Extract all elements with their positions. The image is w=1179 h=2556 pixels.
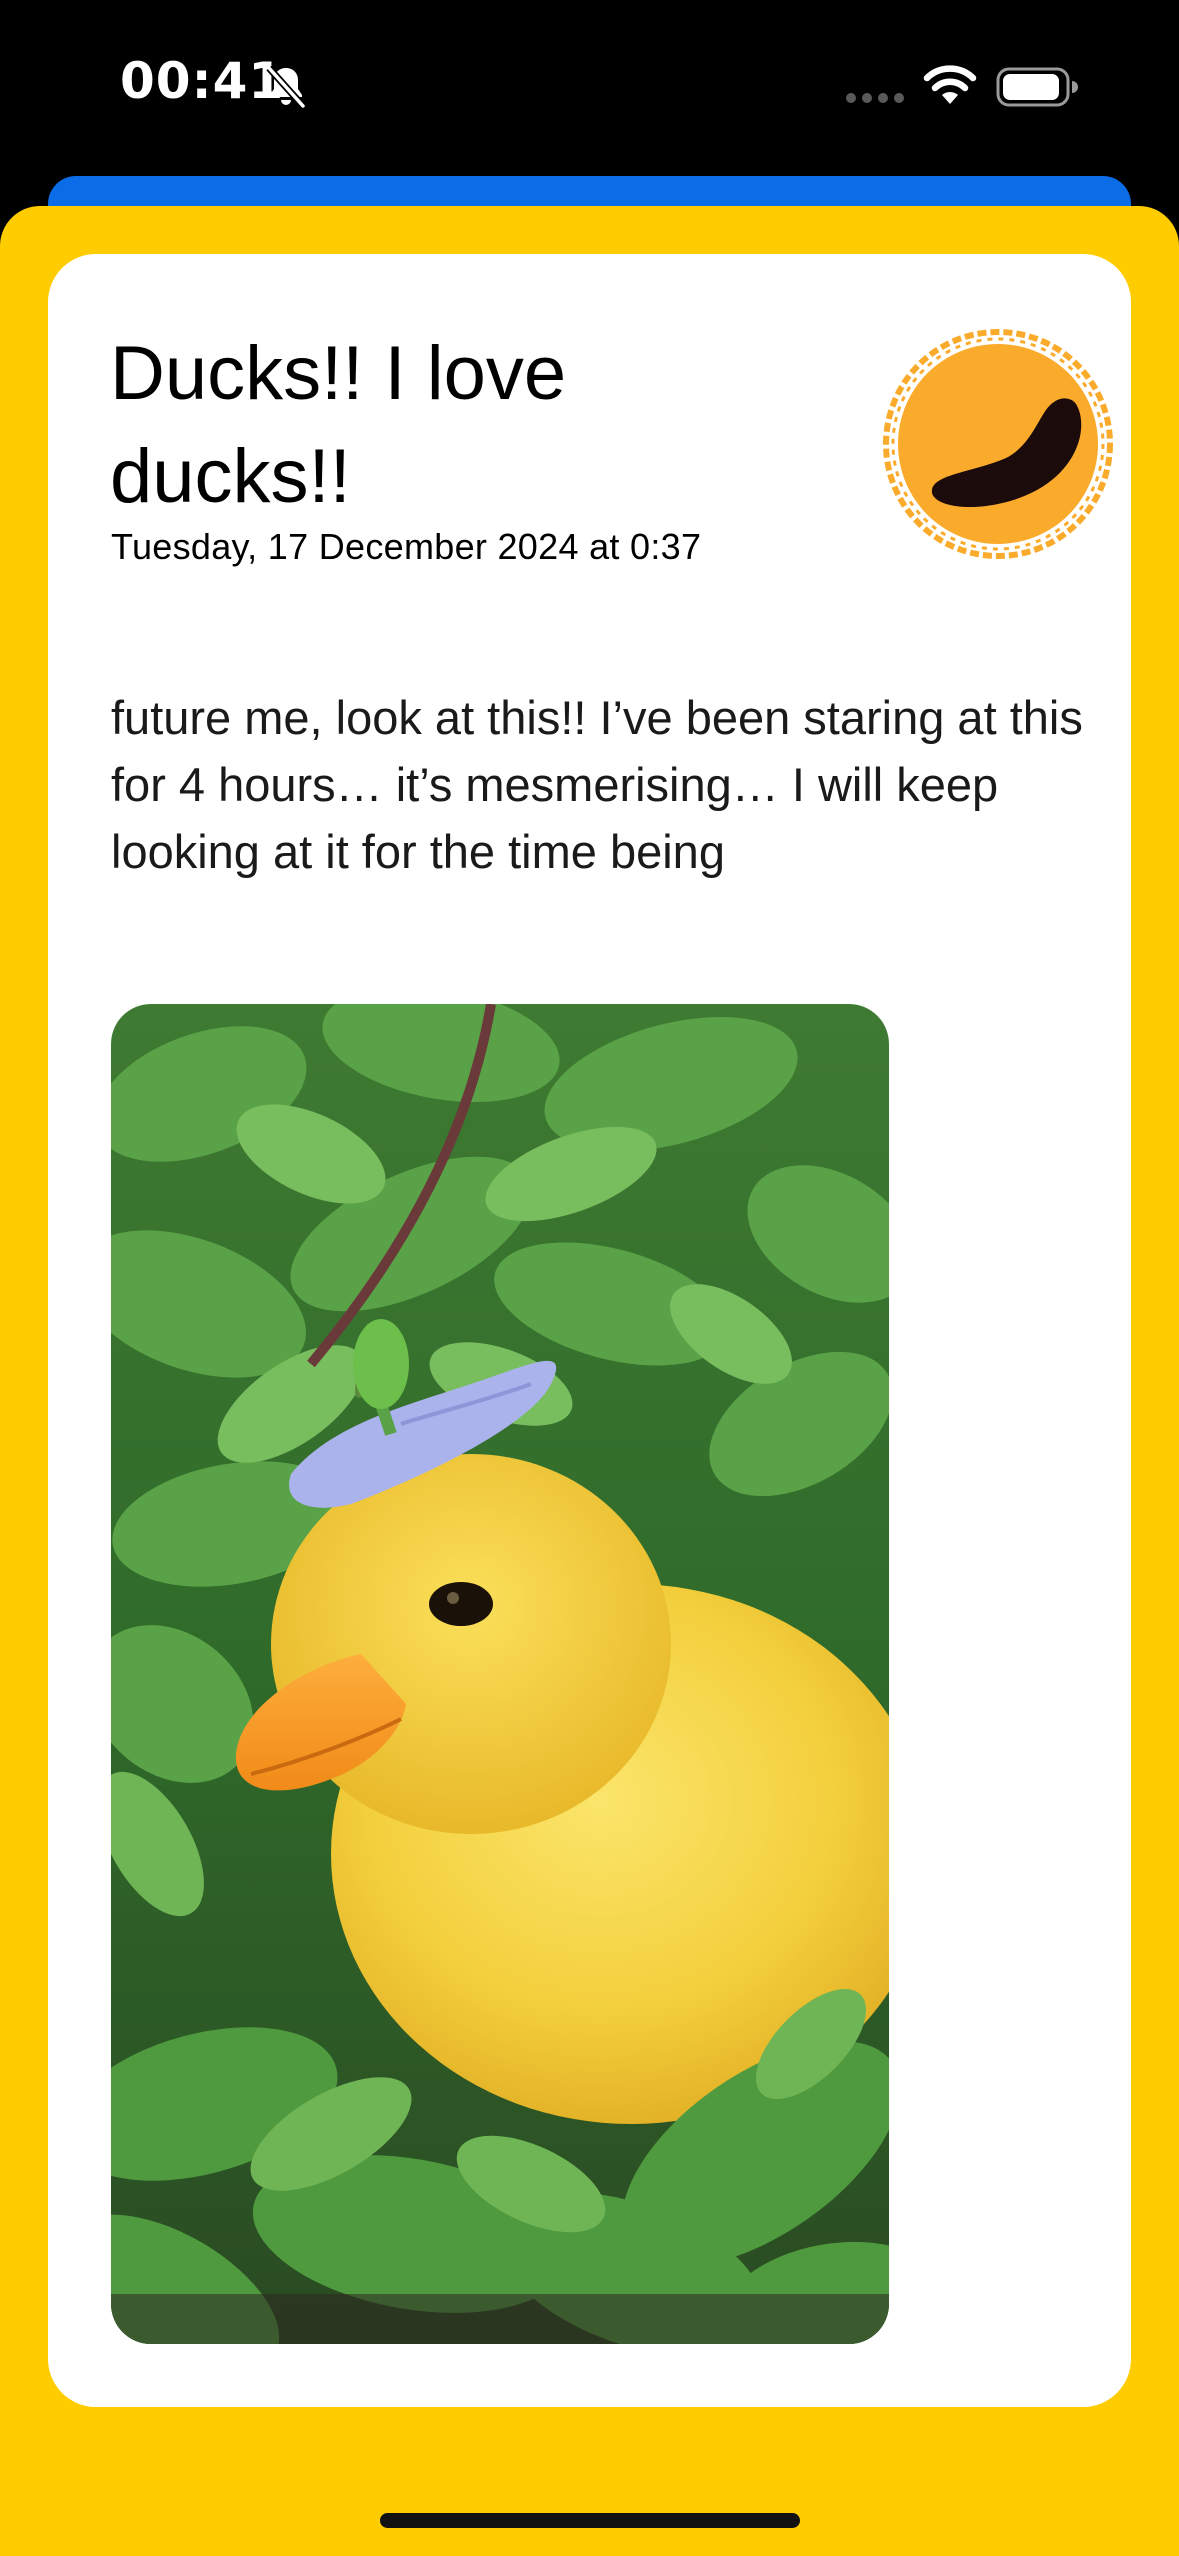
duckling-photo[interactable]	[111, 1004, 889, 2344]
cellular-dots-icon	[846, 93, 904, 103]
entry-body: future me, look at this!! I’ve been star…	[111, 691, 1083, 878]
mood-sun-icon[interactable]	[876, 322, 1120, 566]
app-screen: 00:41 Ducks!! I love ducks!! Tuesday, 17…	[0, 0, 1179, 2556]
battery-icon	[996, 67, 1078, 107]
status-bar: 00:41	[0, 0, 1179, 175]
status-time: 00:41	[120, 52, 285, 110]
journal-entry-card: Ducks!! I love ducks!! Tuesday, 17 Decem…	[48, 254, 1131, 2407]
wifi-icon	[923, 65, 977, 104]
entry-title: Ducks!! I love ducks!!	[110, 331, 567, 519]
entry-date: Tuesday, 17 December 2024 at 0:37	[111, 526, 702, 567]
home-indicator[interactable]	[380, 2513, 800, 2528]
bell-slash-icon	[266, 65, 306, 109]
